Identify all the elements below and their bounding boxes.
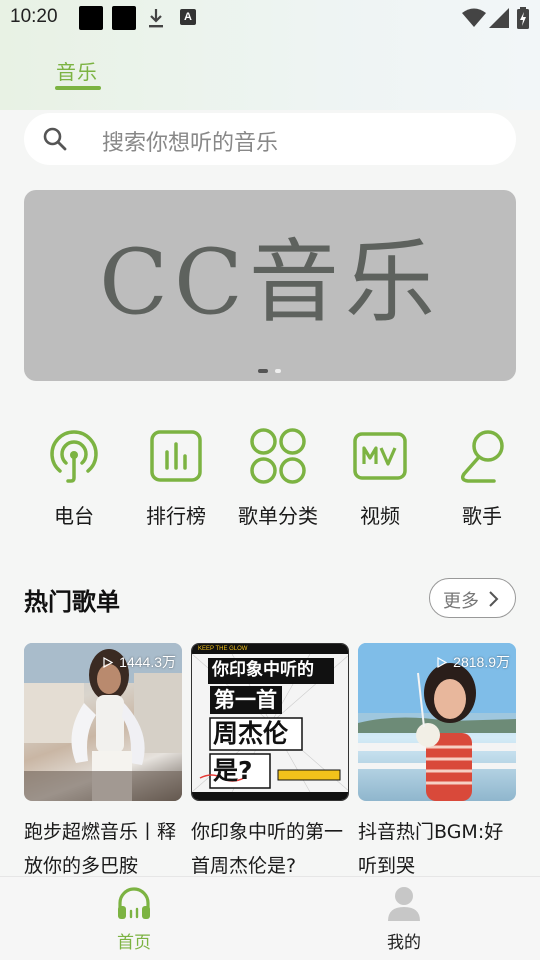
playlist-cover-image[interactable]: 你印象中听的 第一首 周杰伦 是? KEEP THE GLOW bbox=[191, 643, 349, 801]
category-radio[interactable]: 电台 bbox=[24, 426, 124, 529]
category-label: 歌单分类 bbox=[238, 504, 318, 528]
a-notification-icon: A bbox=[180, 9, 196, 25]
banner-text: CC音乐 bbox=[99, 230, 441, 335]
carousel-dot-active bbox=[258, 369, 268, 373]
bottom-navigation: 首页 我的 bbox=[0, 876, 540, 960]
singer-icon bbox=[460, 430, 504, 483]
search-placeholder: 搜索你想听的音乐 bbox=[102, 131, 279, 156]
more-button[interactable]: 更多 bbox=[429, 578, 516, 618]
playlist-cover-image[interactable]: 2818.9万 bbox=[358, 643, 516, 801]
wifi-icon bbox=[462, 8, 486, 27]
category-label: 排行榜 bbox=[146, 504, 206, 528]
cover-text-line: 周杰伦 bbox=[213, 719, 289, 748]
category-label: 视频 bbox=[360, 504, 400, 528]
mv-icon bbox=[353, 432, 407, 480]
user-icon bbox=[388, 887, 420, 921]
battery-icon bbox=[517, 7, 529, 29]
category-label: 电台 bbox=[54, 504, 94, 528]
section-title-hot-playlists: 热门歌单 bbox=[24, 588, 120, 616]
cover-text-line: 第一首 bbox=[214, 688, 277, 712]
category-chart[interactable]: 排行榜 bbox=[126, 426, 226, 529]
chart-icon bbox=[150, 430, 202, 482]
nav-home-label: 首页 bbox=[117, 933, 151, 953]
radio-icon bbox=[50, 430, 98, 483]
status-bar: 10:20 A bbox=[0, 0, 540, 38]
playlist-title[interactable]: 抖音热门BGM:好听到哭 bbox=[358, 815, 517, 883]
category-playlist-types[interactable]: 歌单分类 bbox=[228, 426, 328, 529]
signal-icon bbox=[489, 8, 509, 28]
play-icon bbox=[437, 657, 448, 668]
search-bar[interactable]: 搜索你想听的音乐 bbox=[24, 113, 516, 165]
chevron-right-icon bbox=[489, 591, 499, 607]
cover-text-line: 是? bbox=[213, 756, 253, 785]
banner-carousel[interactable]: CC音乐 bbox=[24, 190, 516, 381]
headphones-icon bbox=[118, 887, 150, 919]
category-singer[interactable]: 歌手 bbox=[432, 426, 532, 529]
nav-home[interactable]: 首页 bbox=[84, 885, 184, 953]
playlist-card[interactable]: 2818.9万 抖音热门BGM:好听到哭 bbox=[358, 643, 517, 883]
play-count: 1444.3万 bbox=[103, 652, 176, 672]
category-label: 歌手 bbox=[462, 504, 502, 528]
play-icon bbox=[103, 657, 114, 668]
grid-icon bbox=[250, 428, 306, 484]
carousel-dot bbox=[275, 369, 281, 373]
category-video[interactable]: 视频 bbox=[330, 426, 430, 529]
cover-border-text: KEEP THE GLOW bbox=[198, 646, 248, 652]
play-count-value: 2818.9万 bbox=[453, 654, 510, 670]
download-icon bbox=[149, 9, 163, 28]
notification-square-icon bbox=[112, 6, 136, 30]
nav-mine-label: 我的 bbox=[387, 933, 421, 953]
playlist-card[interactable]: 你印象中听的 第一首 周杰伦 是? KEEP THE GLOW 你印象中听的第一… bbox=[191, 643, 350, 883]
tab-music-label[interactable]: 音乐 bbox=[56, 56, 98, 85]
search-icon bbox=[43, 127, 67, 151]
cover-text-line: 你印象中听的 bbox=[212, 660, 314, 680]
play-count: 2818.9万 bbox=[437, 652, 510, 672]
playlist-card[interactable]: 1444.3万 跑步超燃音乐丨释放你的多巴胺 bbox=[24, 643, 183, 883]
notification-square-icon bbox=[79, 6, 103, 30]
playlist-title[interactable]: 你印象中听的第一首周杰伦是? bbox=[191, 815, 350, 883]
status-time: 10:20 bbox=[10, 6, 58, 27]
tab-indicator bbox=[55, 86, 101, 90]
playlist-cover-image[interactable]: 1444.3万 bbox=[24, 643, 182, 801]
more-label: 更多 bbox=[443, 591, 479, 612]
playlist-title[interactable]: 跑步超燃音乐丨释放你的多巴胺 bbox=[24, 815, 183, 883]
nav-mine[interactable]: 我的 bbox=[354, 885, 454, 953]
play-count-value: 1444.3万 bbox=[119, 654, 176, 670]
